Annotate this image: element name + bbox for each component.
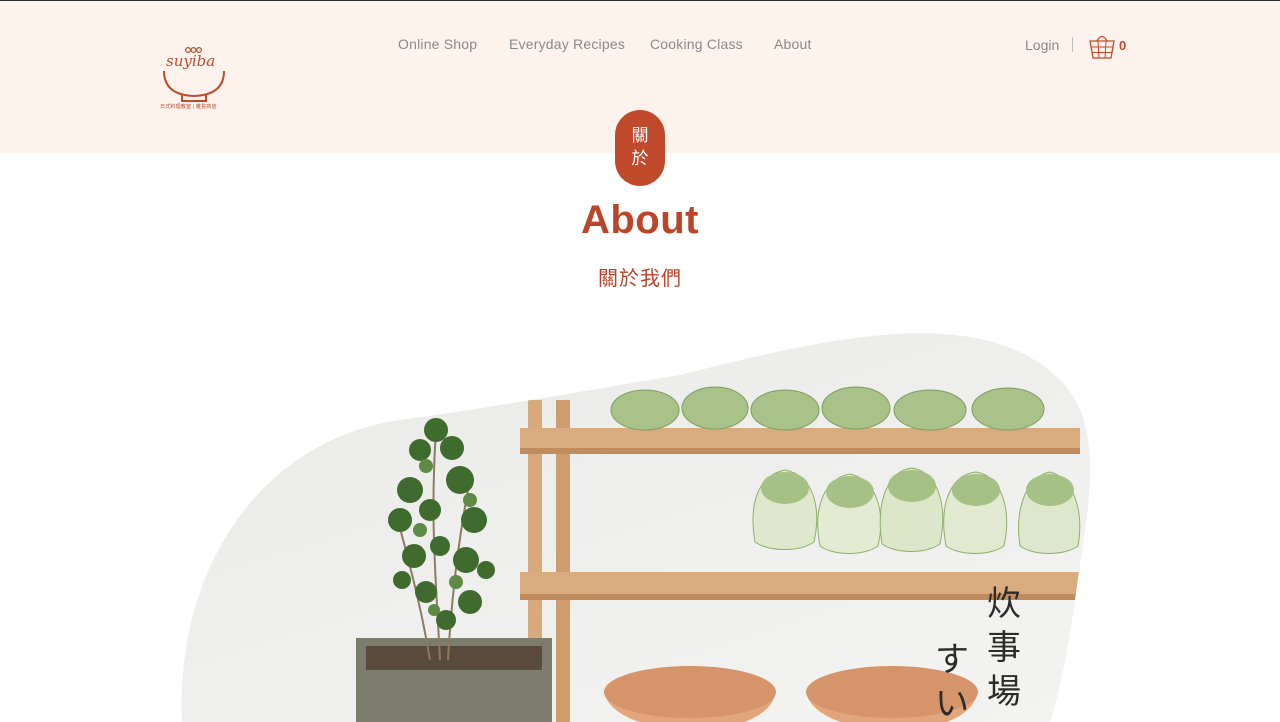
vertical-text-right: 炊 事 場 (987, 584, 1021, 712)
cart-count: 0 (1119, 38, 1127, 53)
logo-wordmark: suyiba (166, 52, 215, 70)
nav-divider (1072, 37, 1073, 52)
section-badge: 關 於 (615, 110, 665, 186)
basket-icon (1089, 35, 1115, 59)
hero-image: 炊 事 場 す い (0, 320, 1280, 722)
logo-bowl-icon: suyiba (163, 46, 225, 102)
page-title: About (580, 198, 699, 242)
kitchen-shelf-photo (181, 333, 1091, 722)
badge-char-2: 於 (631, 149, 649, 169)
page-subtitle: 關於我們 (598, 266, 682, 290)
badge-char-1: 關 (631, 126, 649, 146)
nav-cooking-class[interactable]: Cooking Class (650, 36, 743, 52)
brand-logo[interactable]: suyiba 日式料理教室 | 雜貨商店 (160, 43, 230, 115)
nav-about[interactable]: About (774, 36, 812, 52)
nav-everyday-recipes[interactable]: Everyday Recipes (509, 36, 625, 52)
logo-tagline: 日式料理教室 | 雜貨商店 (160, 104, 217, 110)
cart-button[interactable]: 0 (1088, 31, 1132, 61)
vertical-text-left: す い (935, 640, 969, 722)
login-link[interactable]: Login (1025, 37, 1059, 53)
nav-online-shop[interactable]: Online Shop (398, 36, 477, 52)
